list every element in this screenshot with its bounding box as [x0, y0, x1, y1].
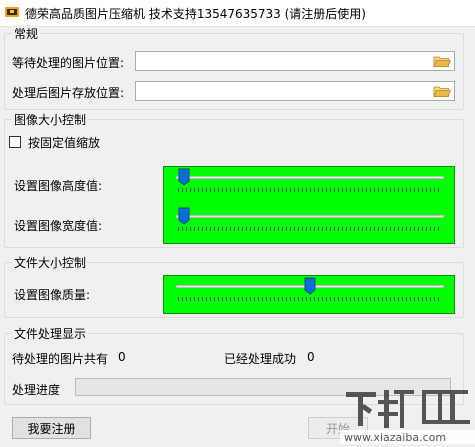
quality-slider-panel — [163, 275, 455, 314]
pending-count-label: 待处理的图片共有 — [12, 352, 109, 366]
height-slider-track[interactable] — [176, 176, 444, 179]
width-slider-thumb[interactable] — [178, 207, 190, 225]
title-bar: 德荣高品质图片压缩机 技术支持13547635733 (请注册后使用) — [0, 0, 475, 27]
height-slider-ticks — [178, 188, 440, 192]
output-path-input[interactable] — [136, 82, 434, 100]
output-path-label: 处理后图片存放位置: — [12, 86, 125, 100]
progress-label: 处理进度 — [12, 383, 61, 397]
quality-slider-thumb[interactable] — [304, 277, 316, 295]
watermark-url: www.xiazaiba.com — [344, 431, 446, 444]
image-size-slider-panel — [163, 166, 455, 244]
fixed-scale-checkbox[interactable] — [9, 136, 21, 148]
pending-count-value: 0 — [118, 350, 126, 364]
done-count-label: 已经处理成功 — [224, 352, 297, 366]
watermark-logo: www.xiazaiba.com — [340, 390, 475, 444]
output-path-field[interactable] — [135, 81, 455, 101]
quality-slider-ticks — [178, 297, 440, 301]
fixed-scale-label: 按固定值缩放 — [28, 136, 101, 150]
folder-open-icon[interactable] — [432, 53, 452, 69]
window-title: 德荣高品质图片压缩机 技术支持13547635733 (请注册后使用) — [25, 7, 366, 21]
height-slider-thumb[interactable] — [178, 168, 190, 186]
source-path-field[interactable] — [135, 51, 455, 71]
status-group-title: 文件处理显示 — [12, 325, 89, 342]
file-size-group-title: 文件大小控制 — [12, 254, 89, 271]
register-button[interactable]: 我要注册 — [12, 417, 91, 439]
done-count-value: 0 — [307, 350, 315, 364]
app-icon — [5, 7, 19, 17]
folder-open-icon[interactable] — [432, 83, 452, 99]
general-group-title: 常规 — [12, 25, 41, 42]
width-slider-track[interactable] — [176, 215, 444, 218]
width-slider-ticks — [178, 227, 440, 231]
image-size-group-title: 图像大小控制 — [12, 111, 89, 128]
source-path-input[interactable] — [136, 52, 434, 70]
quality-slider-label: 设置图像质量: — [14, 288, 91, 302]
height-slider-label: 设置图像高度值: — [14, 179, 103, 193]
width-slider-label: 设置图像宽度值: — [14, 219, 103, 233]
source-path-label: 等待处理的图片位置: — [12, 56, 125, 70]
